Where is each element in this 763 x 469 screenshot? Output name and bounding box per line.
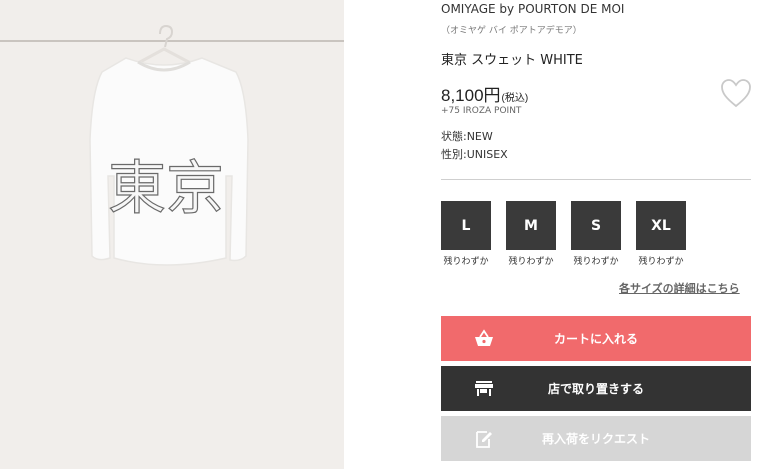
heart-outline-icon	[721, 79, 751, 108]
size-option-xl[interactable]: XL 残りわずか	[636, 201, 686, 267]
edit-request-icon	[476, 431, 492, 448]
divider	[441, 179, 751, 180]
product-title: 東京 スウェット WHITE	[441, 53, 583, 68]
product-image: 東京	[0, 0, 344, 469]
stock-status: 残りわずか	[508, 257, 554, 267]
price-value: 8,100円	[441, 86, 501, 105]
size-label[interactable]: L	[441, 201, 491, 250]
size-option-m[interactable]: M 残りわずか	[506, 201, 556, 267]
size-option-s[interactable]: S 残りわずか	[571, 201, 621, 267]
size-label[interactable]: XL	[636, 201, 686, 250]
gender-label: 性別:UNISEX	[441, 148, 508, 161]
stock-status: 残りわずか	[638, 257, 684, 267]
basket-icon	[475, 329, 493, 346]
sweatshirt-illustration: 東京	[0, 24, 344, 266]
stock-status: 残りわずか	[443, 257, 489, 267]
reward-points: +75 IROZA POINT	[441, 106, 522, 116]
size-label[interactable]: S	[571, 201, 621, 250]
size-label[interactable]: M	[506, 201, 556, 250]
size-detail-link[interactable]: 各サイズの詳細はこちら	[619, 280, 740, 296]
condition-label: 状態:NEW	[441, 130, 493, 143]
store-reserve-button[interactable]: 店で取り置きする	[441, 366, 751, 411]
price: 8,100円(税込)	[441, 81, 528, 106]
sweatshirt-print-text: 東京	[108, 154, 224, 222]
favorite-button[interactable]	[720, 78, 752, 108]
stock-status: 残りわずか	[573, 257, 619, 267]
brand-name[interactable]: OMIYAGE by POURTON DE MOI	[441, 2, 624, 16]
brand-kana: （オミヤゲ バイ ポアトアデモア）	[441, 26, 582, 36]
add-to-cart-button[interactable]: カートに入れる	[441, 316, 751, 361]
store-icon	[475, 381, 493, 396]
restock-request-button[interactable]: 再入荷をリクエスト	[441, 416, 751, 461]
size-option-l[interactable]: L 残りわずか	[441, 201, 491, 267]
tax-note: (税込)	[501, 93, 529, 104]
